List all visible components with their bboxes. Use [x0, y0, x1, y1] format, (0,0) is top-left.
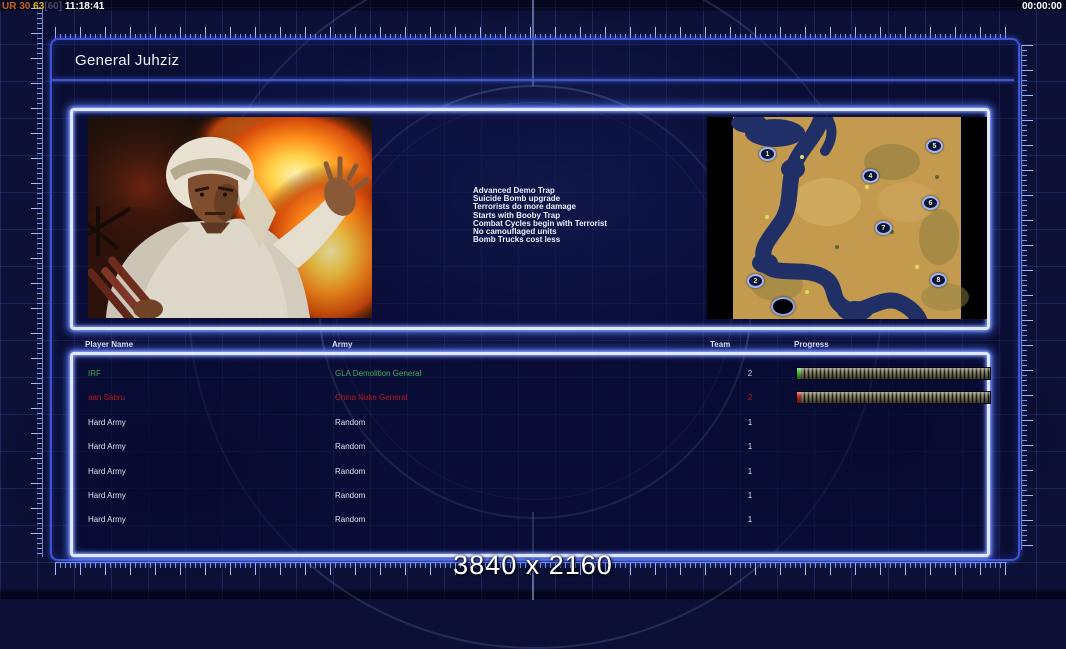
army-cell: Random: [335, 417, 366, 427]
table-row: IRF GLA Demolition General 2: [73, 366, 991, 382]
progress-segments: [801, 392, 990, 404]
fps-value: 63: [33, 1, 45, 12]
army-cell: Random: [335, 442, 366, 452]
table-row: Hard Army Random 1: [73, 415, 987, 431]
progress-first-segment: [797, 392, 801, 404]
column-header-army: Army: [332, 340, 353, 349]
army-cell: GLA Demolition General: [335, 369, 422, 378]
map-marker-2: 2: [747, 274, 764, 288]
map-marker-6: 6: [922, 196, 939, 210]
army-cell: Random: [335, 466, 366, 476]
team-cell: 1: [747, 442, 753, 452]
player-name-cell: Hard Army: [88, 491, 126, 500]
team-cell: 2: [747, 393, 753, 403]
progress-bar: [796, 367, 991, 380]
map-marker-label: 2: [753, 277, 758, 285]
general-portrait: [88, 117, 372, 318]
table-row: Hard Army Random 1: [73, 512, 987, 528]
player-name-cell: Hard Army: [88, 417, 126, 427]
map-markers: 1 2 4 5 6 7 8: [707, 117, 987, 319]
player-rows: IRF GLA Demolition General 2 aan Sabru C…: [73, 355, 991, 554]
map-marker-5: 5: [926, 139, 943, 153]
map-marker-label: 8: [936, 276, 941, 284]
abilities-list: Advanced Demo Trap Suicide Bomb upgrade …: [473, 186, 703, 245]
team-cell: 1: [747, 515, 753, 525]
map-marker-label: 5: [932, 142, 937, 150]
clock-text: 11:18:41: [64, 1, 105, 12]
table-row: Hard Army Random 1: [73, 464, 987, 480]
map-marker-8: 8: [930, 273, 947, 287]
team-cell: 2: [747, 369, 753, 378]
table-row: Hard Army Random 1: [73, 439, 987, 455]
fps-cap: [60]: [44, 1, 63, 12]
player-name-cell: Hard Army: [88, 466, 126, 476]
column-header-team: Team: [710, 340, 731, 349]
page-title: General Juhziz: [75, 52, 180, 69]
column-header-player: Player Name: [85, 340, 134, 349]
general-info-panel: Advanced Demo Trap Suicide Bomb upgrade …: [70, 108, 990, 330]
column-header-progress: Progress: [794, 340, 829, 349]
map-marker-7: 7: [875, 221, 892, 235]
title-divider: [52, 79, 1014, 81]
map-marker-black: [771, 297, 795, 316]
progress-segments: [801, 368, 990, 379]
table-row: aan Sabru China Nuke General 2: [73, 390, 991, 406]
army-cell: China Nuke General: [335, 393, 408, 403]
player-name-cell: Hard Army: [88, 515, 126, 525]
player-name-cell: IRF: [88, 369, 101, 378]
player-name-cell: aan Sabru: [88, 393, 125, 403]
player-name-cell: Hard Army: [88, 442, 126, 452]
table-row: Hard Army Random 1: [73, 488, 987, 504]
resolution-text: 3840 x 2160: [453, 550, 613, 580]
debug-status-text: UR 30 63[60] 11:18:41: [2, 1, 104, 12]
map-marker-label: 7: [881, 224, 886, 232]
ability-line: Bomb Trucks cost less: [473, 235, 561, 245]
map-preview: 1 2 4 5 6 7 8: [707, 117, 987, 319]
army-cell: Random: [335, 515, 366, 525]
team-cell: 1: [747, 466, 753, 476]
map-marker-label: 1: [765, 150, 770, 158]
team-cell: 1: [747, 417, 753, 427]
progress-bar: [796, 391, 991, 405]
map-marker-1: 1: [759, 147, 776, 161]
progress-first-segment: [797, 368, 801, 379]
army-cell: Random: [335, 491, 366, 500]
map-marker-label: 4: [868, 172, 873, 180]
team-cell: 1: [747, 491, 753, 500]
match-timer: 00:00:00: [1021, 1, 1062, 12]
fps-label: UR 30: [2, 1, 31, 12]
map-marker-label: 6: [928, 199, 933, 207]
portrait-art: [88, 117, 372, 318]
map-marker-4: 4: [862, 169, 879, 183]
player-table-panel: IRF GLA Demolition General 2 aan Sabru C…: [70, 352, 991, 557]
status-bar: UR 30 63[60] 11:18:41 00:00:00: [0, 1, 1066, 13]
